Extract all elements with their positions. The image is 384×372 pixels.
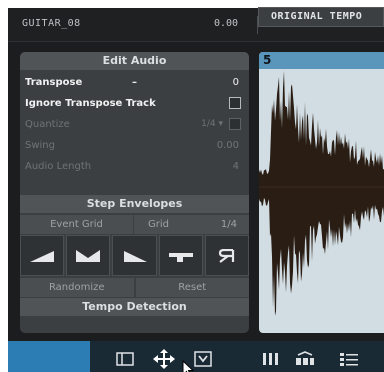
- track-name: GUITAR_08: [22, 18, 81, 29]
- waveform-shape: [259, 70, 384, 316]
- valley-button[interactable]: [66, 235, 111, 276]
- transpose-dash: –: [132, 77, 137, 88]
- transpose-value[interactable]: 0: [233, 77, 239, 88]
- swing-row[interactable]: Swing 0.00: [20, 135, 249, 156]
- ramp-up-button[interactable]: [20, 235, 65, 276]
- valley-icon: [76, 249, 101, 262]
- mixer-faders-icon[interactable]: [261, 351, 279, 367]
- panel-toggle-icon[interactable]: [116, 351, 134, 367]
- original-tempo-button[interactable]: ORIGINAL TEMPO: [258, 7, 384, 27]
- tempo-detection-header[interactable]: Tempo Detection: [20, 298, 249, 316]
- step-pattern-button[interactable]: [158, 235, 203, 276]
- audio-length-value[interactable]: 4: [233, 161, 239, 172]
- reverse-button[interactable]: [204, 235, 249, 276]
- audio-length-label: Audio Length: [25, 161, 92, 172]
- step-envelopes-header[interactable]: Step Envelopes: [20, 195, 249, 213]
- grid-label: Grid: [148, 219, 169, 230]
- ramp-up-icon: [30, 250, 55, 262]
- ignore-transpose-label: Ignore Transpose Track: [25, 98, 156, 109]
- ignore-transpose-row[interactable]: Ignore Transpose Track: [20, 93, 249, 114]
- ruler-marker: 5: [263, 53, 272, 67]
- app-frame: GUITAR_08 0.00 Edit Audio Transpose – 0 …: [8, 8, 384, 372]
- quantize-checkbox[interactable]: [229, 118, 241, 130]
- quantize-label: Quantize: [25, 119, 70, 130]
- grid-value: 1/4: [220, 219, 237, 230]
- randomize-button[interactable]: Randomize: [20, 278, 134, 297]
- quantize-row[interactable]: Quantize 1/4 ▾: [20, 114, 249, 135]
- quantize-value: 1/4: [201, 119, 216, 129]
- waveform-panel[interactable]: 5: [259, 52, 384, 333]
- sends-icon[interactable]: [295, 351, 315, 367]
- swing-label: Swing: [25, 140, 55, 151]
- swing-value[interactable]: 0.00: [217, 140, 239, 151]
- chevron-down-icon: ▾: [218, 119, 223, 129]
- reverse-r-icon: [218, 248, 235, 263]
- list-view-icon[interactable]: [339, 351, 359, 367]
- transpose-label: Transpose: [25, 77, 83, 88]
- ramp-down-icon: [123, 250, 147, 262]
- move-arrows-icon[interactable]: [152, 348, 176, 370]
- waveform-ruler[interactable]: 5: [259, 52, 384, 69]
- step-pattern-icon: [168, 252, 193, 262]
- audio-waveform[interactable]: [259, 69, 384, 333]
- transpose-row[interactable]: Transpose – 0: [20, 72, 249, 93]
- ignore-transpose-checkbox[interactable]: [229, 97, 241, 109]
- reset-button[interactable]: Reset: [135, 278, 249, 297]
- grid-row: Event Grid Grid 1/4: [20, 215, 249, 234]
- event-grid-button[interactable]: Event Grid: [20, 215, 133, 234]
- randomize-reset-row: Randomize Reset: [20, 278, 249, 297]
- track-value[interactable]: 0.00: [214, 18, 238, 29]
- mouse-cursor-icon: [182, 360, 194, 372]
- quantize-dropdown[interactable]: 1/4 ▾: [201, 119, 223, 129]
- download-box-icon[interactable]: [194, 351, 212, 367]
- audio-length-row[interactable]: Audio Length 4: [20, 156, 249, 177]
- edit-audio-panel: Edit Audio Transpose – 0 Ignore Transpos…: [20, 52, 249, 333]
- edit-audio-header[interactable]: Edit Audio: [20, 52, 249, 70]
- ramp-down-button[interactable]: [112, 235, 157, 276]
- envelope-shape-row: [20, 235, 249, 276]
- grid-selector[interactable]: Grid 1/4: [134, 215, 249, 234]
